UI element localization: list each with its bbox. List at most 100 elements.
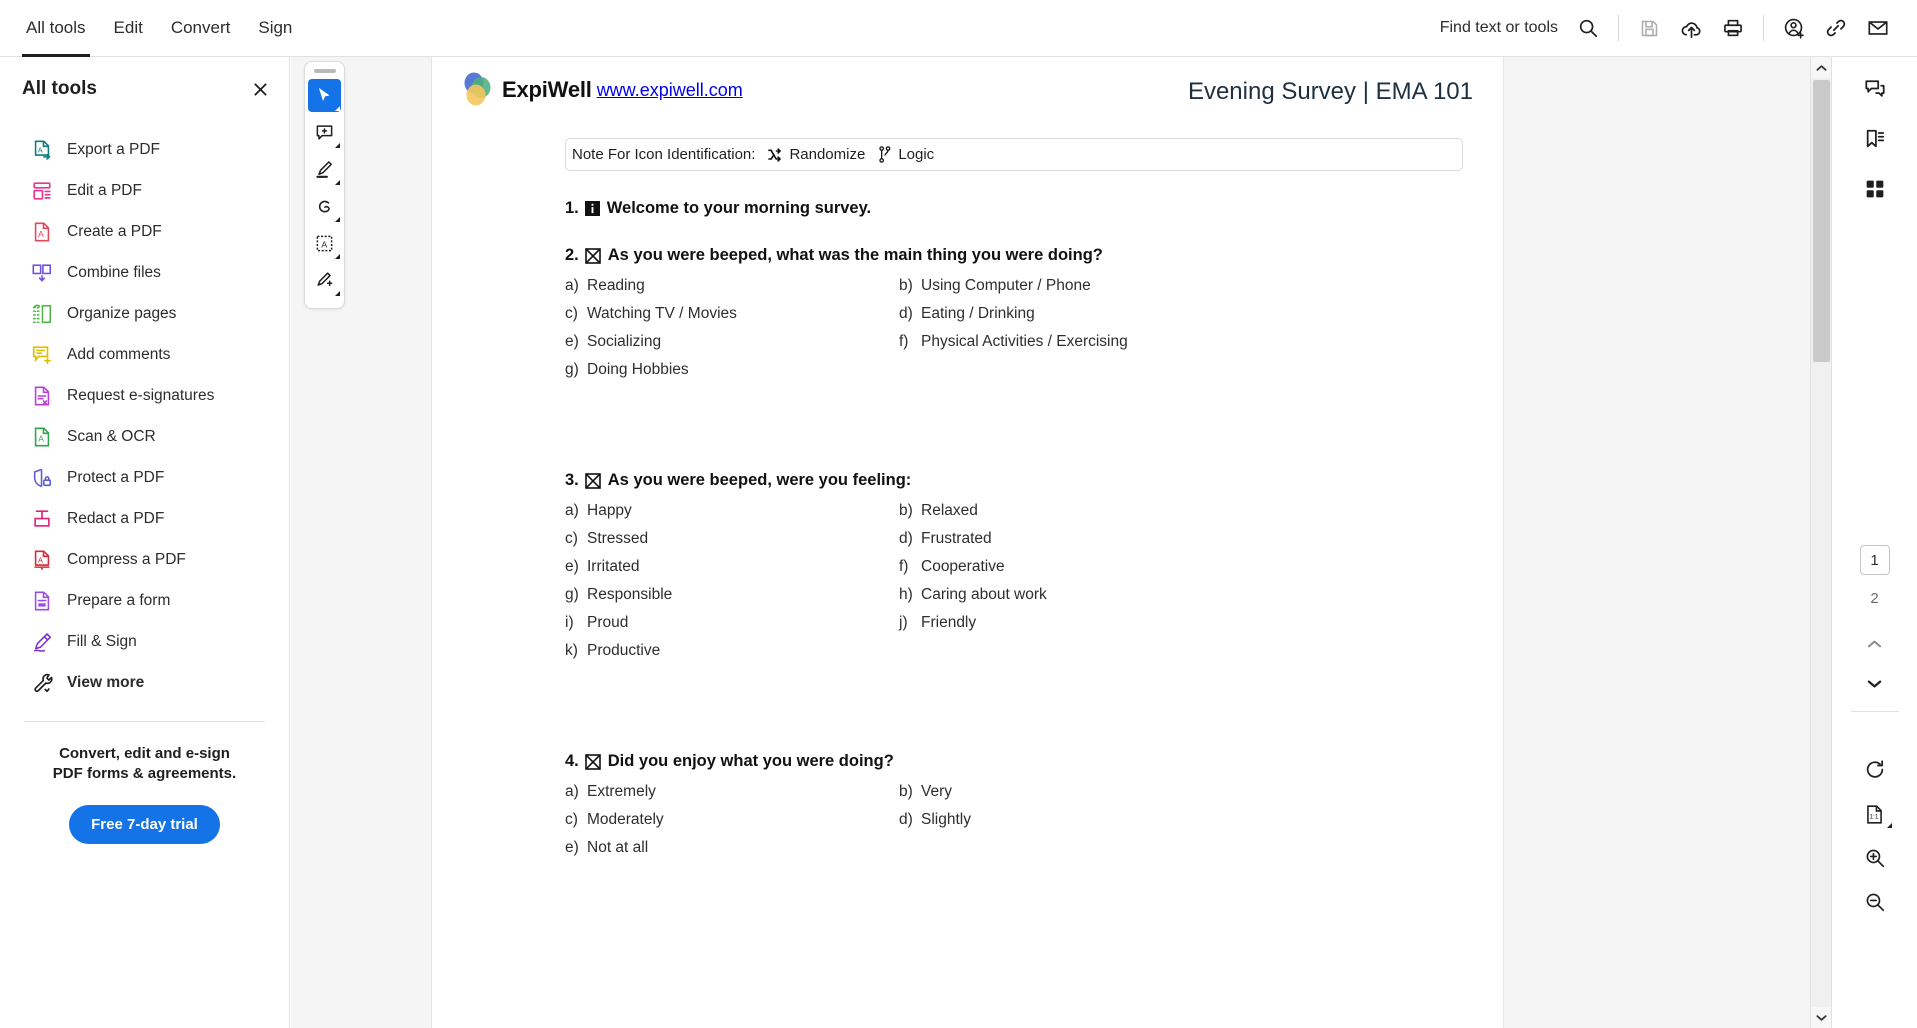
search-icon[interactable] [1567, 7, 1609, 49]
question-4-options: a) Extremely b) Very c) Moderately d) Slight… [565, 783, 1463, 867]
question-4-heading: 4. Did you enjoy what you were doing? [565, 752, 1463, 771]
menu-all-tools-label: All tools [26, 18, 86, 37]
comments-panel-icon[interactable] [1855, 69, 1895, 109]
option-i: i) Proud [565, 614, 899, 642]
option-letter: b) [899, 277, 913, 294]
expiwell-url-link[interactable]: www.expiwell.com [597, 80, 743, 101]
legend-randomize: Randomize [767, 146, 865, 163]
tool-protect-a-pdf[interactable]: Protect a PDF [0, 457, 289, 498]
question-3-number: 3. [565, 471, 579, 489]
pdf-viewer: A ExpiWell www.expiwell.com Evening Surv… [291, 57, 1917, 1028]
toolbar-divider [1618, 15, 1619, 41]
zoom-in-icon[interactable] [1854, 837, 1896, 879]
option-label: Physical Activities / Exercising [921, 333, 1128, 350]
question-3: 3. As you were beeped, were you feeling:… [565, 471, 1463, 670]
add-text-tool[interactable]: A [308, 227, 341, 260]
menu-edit[interactable]: Edit [100, 0, 157, 57]
add-person-icon[interactable] [1773, 7, 1815, 49]
randomize-icon [767, 147, 783, 163]
tool-prepare-a-form[interactable]: Prepare a form [0, 580, 289, 621]
sign-tool[interactable] [308, 264, 341, 297]
menu-sign-label: Sign [258, 18, 293, 37]
tool-label: Protect a PDF [67, 468, 165, 486]
upload-cloud-icon[interactable] [1670, 7, 1712, 49]
option-letter: d) [899, 305, 913, 322]
option-letter: f) [899, 333, 909, 350]
tool-organize-pages[interactable]: Organize pages [0, 293, 289, 334]
add-comment-tool[interactable] [308, 116, 341, 149]
question-spacer-2 [565, 670, 1463, 724]
tool-redact-a-pdf[interactable]: Redact a PDF [0, 498, 289, 539]
save-icon[interactable] [1628, 7, 1670, 49]
option-label: Very [921, 783, 953, 800]
next-page-button[interactable] [1858, 669, 1892, 699]
vertical-scrollbar[interactable] [1810, 57, 1832, 1028]
option-label: Eating / Drinking [921, 305, 1035, 322]
toolbar-drag-handle[interactable] [313, 69, 336, 73]
highlight-tool[interactable] [308, 153, 341, 186]
tool-label: Redact a PDF [67, 509, 165, 527]
option-h: h) Caring about work [899, 586, 1463, 614]
option-label: Irritated [587, 558, 640, 575]
tool-view-more[interactable]: View more [0, 662, 289, 703]
compress-pdf-icon: A [30, 548, 54, 572]
option-label: Slightly [921, 811, 971, 828]
question-4-text: Did you enjoy what you were doing? [607, 752, 894, 770]
icon-legend-label: Note For Icon Identification: [572, 146, 756, 163]
page-navigator: 1 2 [1850, 545, 1899, 716]
rotate-icon[interactable] [1854, 749, 1896, 791]
menu-convert[interactable]: Convert [157, 0, 245, 57]
option-label: Doing Hobbies [587, 361, 689, 378]
survey-questions: 1. Welcome to your morning survey. 2. As… [432, 199, 1503, 867]
option-c: c) Moderately [565, 811, 899, 839]
scroll-up-button[interactable] [1811, 57, 1832, 78]
tool-add-comments[interactable]: Add comments [0, 334, 289, 375]
free-trial-button[interactable]: Free 7-day trial [69, 804, 220, 844]
question-2-number: 2. [565, 246, 579, 264]
option-letter: e) [565, 558, 579, 575]
tool-label: Create a PDF [67, 222, 162, 240]
tool-compress-a-pdf[interactable]: A Compress a PDF [0, 539, 289, 580]
select-tool[interactable] [308, 79, 341, 112]
scrollbar-thumb[interactable] [1813, 80, 1830, 362]
tool-create-a-pdf[interactable]: A Create a PDF [0, 211, 289, 252]
question-2-options: a) Reading b) Using Computer / Phone c) Wat… [565, 277, 1463, 389]
option-c: c) Watching TV / Movies [565, 305, 899, 333]
find-label: Find text or tools [1439, 19, 1558, 36]
zoom-out-icon[interactable] [1854, 881, 1896, 923]
page-number-next[interactable]: 2 [1860, 583, 1890, 613]
page-thumbnails-icon[interactable] [1855, 169, 1895, 209]
promo-text: Convert, edit and e-sign PDF forms & agr… [52, 745, 237, 783]
tool-label: Add comments [67, 345, 171, 363]
option-letter: e) [565, 839, 579, 856]
menu-sign[interactable]: Sign [244, 0, 306, 57]
tool-label: Request e-signatures [67, 386, 215, 404]
chevron-down-icon [335, 254, 340, 259]
print-icon[interactable] [1712, 7, 1754, 49]
link-icon[interactable] [1815, 7, 1857, 49]
page-number-current[interactable]: 1 [1859, 545, 1890, 575]
option-d: d) Frustrated [899, 530, 1463, 558]
draw-tool[interactable] [308, 190, 341, 223]
bookmarks-panel-icon[interactable] [1855, 119, 1895, 159]
scroll-down-button[interactable] [1811, 1007, 1832, 1028]
organize-pages-icon [30, 302, 54, 326]
option-label: Reading [587, 277, 645, 294]
tool-edit-a-pdf[interactable]: Edit a PDF [0, 170, 289, 211]
tool-export-a-pdf[interactable]: A Export a PDF [0, 129, 289, 170]
option-a: a) Reading [565, 277, 899, 305]
option-letter: e) [565, 333, 579, 350]
tool-request-e-signatures[interactable]: Request e-signatures [0, 375, 289, 416]
mail-icon[interactable] [1857, 7, 1899, 49]
close-icon[interactable] [247, 76, 273, 102]
previous-page-button[interactable] [1858, 629, 1892, 659]
tool-combine-files[interactable]: Combine files [0, 252, 289, 293]
option-e: e) Socializing [565, 333, 899, 361]
all-tools-panel: All tools A Export a PDF Edit a PDF A Cr… [0, 57, 290, 1028]
tool-fill-and-sign[interactable]: Fill & Sign [0, 621, 289, 662]
menu-all-tools[interactable]: All tools [12, 0, 100, 57]
tool-scan-and-ocr[interactable]: A Scan & OCR [0, 416, 289, 457]
question-1-text: Welcome to your morning survey. [606, 199, 872, 217]
top-actions: Find text or tools [1440, 7, 1917, 49]
fit-page-icon[interactable]: 1:1 [1854, 793, 1896, 835]
